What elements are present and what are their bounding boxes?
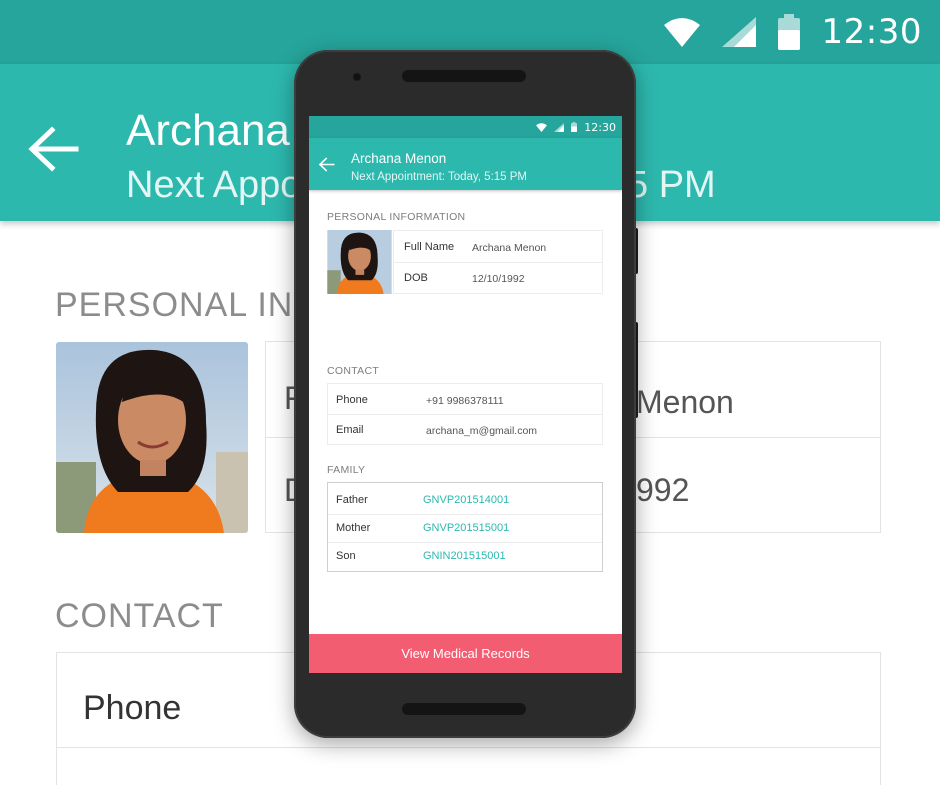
next-appointment: Next Appointment: Today, 5:15 PM [351,171,528,183]
email-label: Email [336,424,364,436]
patient-name: Archana Menon [351,151,447,166]
bg-dob-tail: 992 [636,472,690,508]
wifi-icon [663,18,700,47]
profile-photo [327,230,392,294]
son-id-link[interactable]: GNIN201515001 [423,550,506,562]
mother-id-link[interactable]: GNVP201515001 [423,522,509,534]
family-heading: FAMILY [327,464,366,476]
dob-label: DOB [404,272,428,284]
phone-label: Phone [336,394,368,406]
status-time: 12:30 [584,120,616,134]
wifi-icon [536,122,548,132]
status-bar: 12:30 [309,116,622,138]
divider [328,414,602,415]
divider [328,542,602,543]
arrow-left-icon[interactable] [318,156,335,173]
family-card: Father GNVP201514001 Mother GNVP20151500… [327,482,603,572]
signal-icon [721,17,756,47]
mother-label: Mother [336,522,371,534]
divider [57,747,880,748]
full-name-value: Archana Menon [472,242,547,254]
battery-icon [571,122,578,132]
divider [328,514,602,515]
arrow-left-icon[interactable] [26,122,80,176]
front-camera [352,72,362,82]
father-label: Father [336,494,368,506]
bg-patient-name: Archana [126,106,290,155]
bg-appointment-text: Next Appo [126,164,302,206]
father-id-link[interactable]: GNVP201514001 [423,494,509,506]
son-label: Son [336,550,356,562]
battery-icon [777,14,800,50]
phone-screen: 12:30 Archana Menon Next Appointment: To… [309,116,622,673]
divider [394,262,602,263]
dob-value: 12/10/1992 [472,273,525,285]
bottom-speaker [402,703,526,715]
bg-status-icons: 12:30 [663,10,922,54]
bg-profile-photo [56,342,248,533]
view-medical-records-button[interactable]: View Medical Records [309,634,622,673]
bg-contact-heading: CONTACT [55,597,224,635]
earpiece-speaker [402,70,526,82]
email-value[interactable]: archana_m@gmail.com [426,425,537,437]
app-bar: Archana Menon Next Appointment: Today, 5… [309,138,622,190]
bg-appointment-tail: 5 PM [627,164,716,206]
phone-device: 12:30 Archana Menon Next Appointment: To… [294,50,636,738]
contact-card: Phone +91 9986378111 Email archana_m@gma… [327,383,603,445]
signal-icon [554,122,565,132]
phone-value[interactable]: +91 9986378111 [426,395,504,407]
bg-name-tail: Menon [636,384,734,420]
bg-phone-label: Phone [83,689,182,727]
personal-info-heading: PERSONAL INFORMATION [327,211,466,223]
status-icons: 12:30 [536,119,616,135]
contact-heading: CONTACT [327,365,380,377]
bg-status-time: 12:30 [821,12,922,52]
personal-info-card: Full Name Archana Menon DOB 12/10/1992 [393,230,603,294]
full-name-label: Full Name [404,241,455,253]
